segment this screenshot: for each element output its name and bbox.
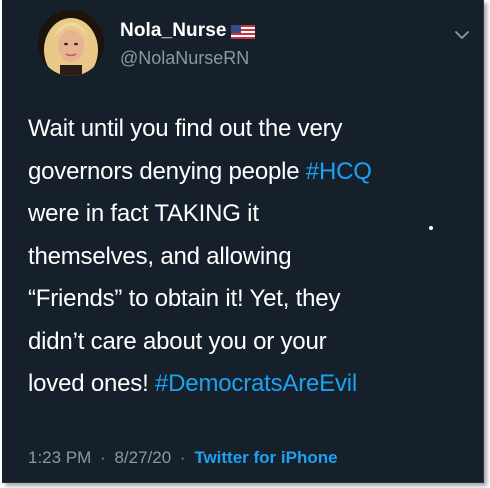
author-name-row[interactable]: Nola_Nurse <box>120 20 255 42</box>
tweet-text-segment: themselves, and allowing <box>28 242 292 270</box>
profile-avatar[interactable] <box>38 10 104 76</box>
us-flag-icon <box>230 25 255 39</box>
meta-separator: · <box>100 448 106 467</box>
display-name[interactable]: Nola_Nurse <box>120 20 227 42</box>
tweet-source-link[interactable]: Twitter for iPhone <box>194 448 337 467</box>
hashtag-link[interactable]: #DemocratsAreEvil <box>155 370 357 397</box>
tweet-text-line: were in fact TAKING it <box>28 193 478 236</box>
tweet-text-segment: were in fact TAKING it <box>28 200 259 227</box>
author-handle[interactable]: @NolaNurseRN <box>120 48 249 69</box>
hashtag-link[interactable]: #HCQ <box>306 158 372 185</box>
tweet-text-segment: governors denying people <box>28 157 306 185</box>
tweet-date[interactable]: 8/27/20 <box>114 448 171 467</box>
tweet-text: Wait until you find out the very governor… <box>28 108 478 406</box>
tweet-text-line: themselves, and allowing <box>28 236 478 279</box>
tweet-time[interactable]: 1:23 PM <box>28 448 91 467</box>
tweet-text-line: didn’t care about you or your <box>28 321 478 364</box>
tweet-text-line: loved ones! #DemocratsAreEvil <box>28 363 478 406</box>
tweet-meta: 1:23 PM · 8/27/20 · Twitter for iPhone <box>28 448 338 468</box>
tweet-text-segment: didn’t care about you or your <box>28 327 327 355</box>
chevron-down-icon[interactable] <box>454 28 470 40</box>
tweet-text-line: Wait until you find out the very <box>28 108 478 151</box>
tweet-text-line: “Friends” to obtain it! Yet, they <box>28 278 478 321</box>
tweet-text-segment: “Friends” to obtain it! Yet, they <box>28 285 341 312</box>
tweet-text-line: governors denying people #HCQ <box>28 151 478 194</box>
tweet-card: Nola_Nurse @NolaNurseRN Wait until you f… <box>2 0 484 483</box>
stray-dot <box>429 226 433 230</box>
tweet-text-segment: Wait until you find out the very <box>28 115 343 142</box>
tweet-text-segment: loved ones! <box>28 370 156 397</box>
meta-separator: · <box>179 448 186 467</box>
